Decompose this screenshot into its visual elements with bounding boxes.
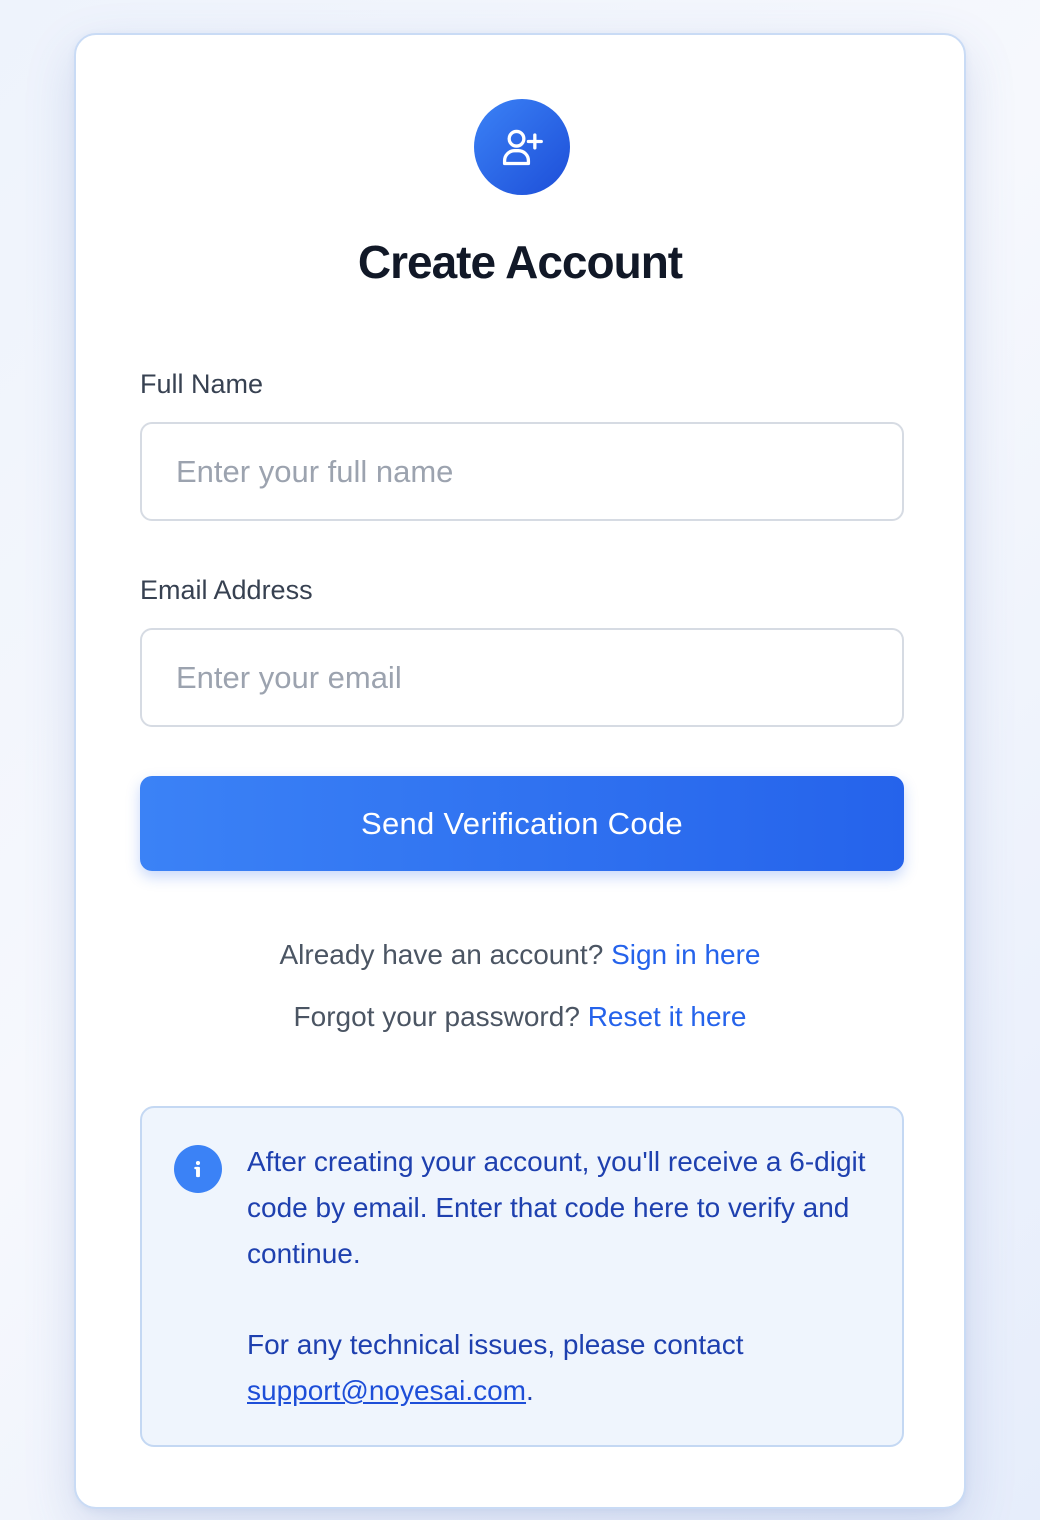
sign-in-link[interactable]: Sign in here	[611, 939, 760, 970]
info-icon	[174, 1145, 222, 1193]
contact-prefix: For any technical issues, please contact	[247, 1329, 744, 1360]
info-glyph	[194, 1160, 201, 1178]
send-verification-code-button[interactable]: Send Verification Code	[140, 776, 904, 871]
info-contact: For any technical issues, please contact…	[247, 1322, 877, 1414]
reset-row: Forgot your password? Reset it here	[76, 1001, 964, 1033]
avatar-badge	[474, 99, 570, 195]
user-plus-icon	[502, 129, 543, 166]
support-email-link[interactable]: support@noyesai.com	[247, 1375, 526, 1406]
contact-suffix: .	[526, 1375, 534, 1406]
signin-row: Already have an account? Sign in here	[76, 939, 964, 971]
info-text: After creating your account, you'll rece…	[247, 1139, 877, 1414]
full-name-input[interactable]	[140, 422, 904, 521]
email-label: Email Address	[140, 575, 313, 605]
info-box: After creating your account, you'll rece…	[140, 1106, 904, 1447]
page-title: Create Account	[357, 236, 683, 288]
full-name-label: Full Name	[140, 369, 264, 399]
signin-prompt: Already have an account?	[279, 939, 604, 970]
reset-password-link[interactable]: Reset it here	[588, 1001, 747, 1032]
reset-prompt: Forgot your password?	[293, 1001, 580, 1032]
email-input[interactable]	[140, 628, 904, 727]
info-message: After creating your account, you'll rece…	[247, 1146, 866, 1269]
signup-card: Create Account Full Name Email Address S…	[74, 33, 966, 1509]
